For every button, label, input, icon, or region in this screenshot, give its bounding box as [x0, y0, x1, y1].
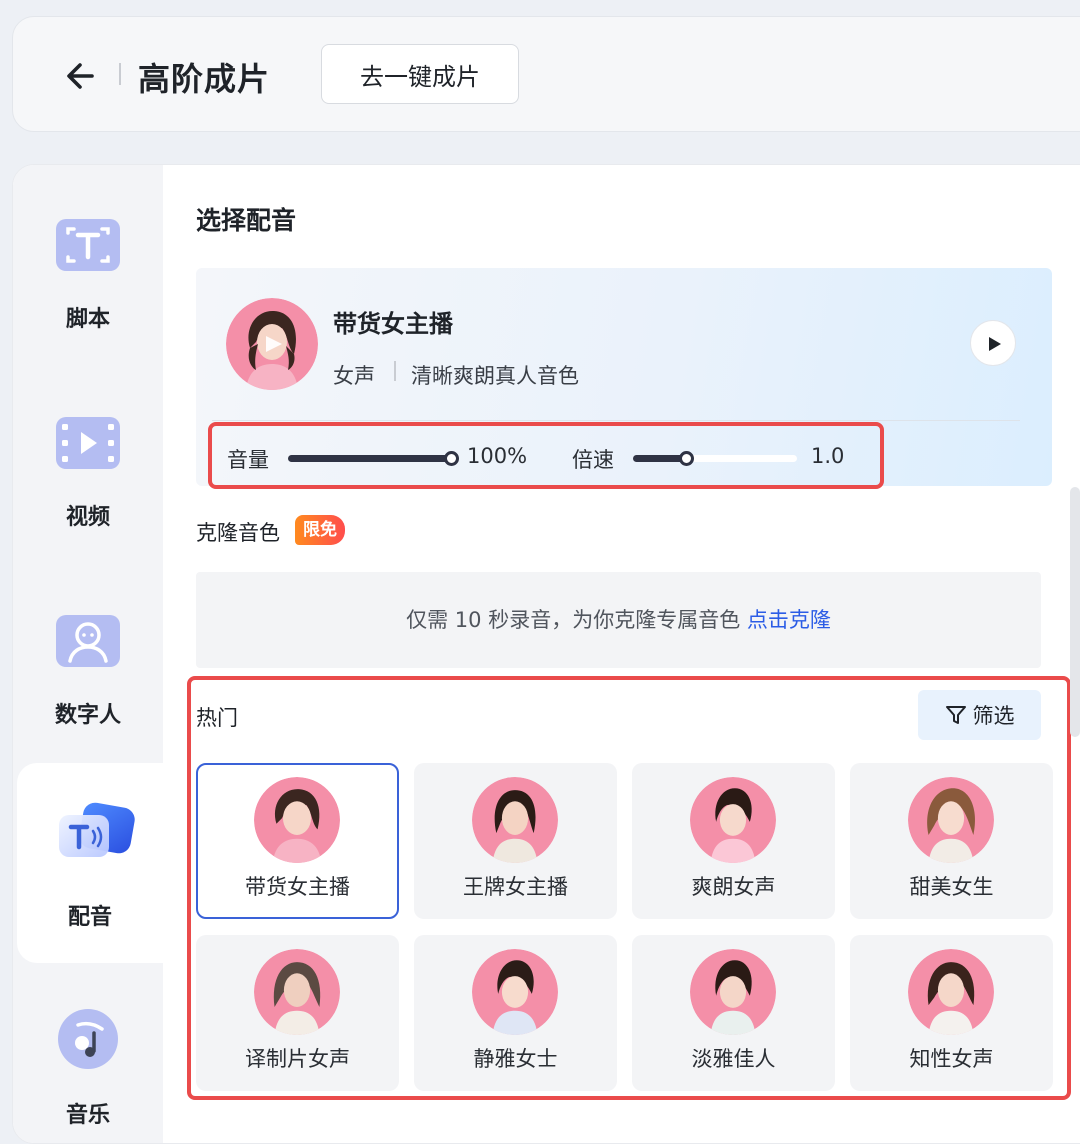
female-portrait-icon: [226, 298, 318, 390]
female-portrait-icon: [908, 777, 994, 863]
voice-name: 带货女主播: [245, 875, 350, 899]
card-divider: [212, 420, 1020, 421]
voiceover-content: 选择配音 带货女主播 女声 清晰爽朗真人音色 音量 100% 倍速 1.0 克隆…: [163, 165, 1080, 1143]
voice-name: 译制片女声: [245, 1047, 350, 1071]
female-portrait-icon: [254, 777, 340, 863]
section-title: 选择配音: [196, 206, 297, 235]
play-icon: [989, 337, 1001, 351]
filter-icon: [945, 706, 966, 724]
sidebar-item-digital-human[interactable]: 数字人: [13, 561, 163, 761]
voice-card[interactable]: 译制片女声: [196, 935, 399, 1091]
voice-gender-tag: 女声: [333, 364, 375, 388]
sidebar-item-video[interactable]: 视频: [13, 363, 163, 563]
female-portrait-icon: [690, 777, 776, 863]
hot-section-title: 热门: [196, 706, 238, 730]
voice-card[interactable]: 带货女主播: [196, 763, 399, 919]
voice-avatar: [254, 949, 340, 1035]
voice-avatar: [472, 777, 558, 863]
back-arrow-icon[interactable]: [62, 58, 102, 94]
volume-label: 音量: [227, 448, 269, 472]
clone-voice-banner: 仅需 10 秒录音，为你克隆专属音色 点击克隆: [196, 572, 1041, 668]
video-icon: [56, 417, 120, 469]
script-icon: [56, 219, 120, 271]
main-panel: 脚本 视频 数字人 配音 音乐 选择配音 带货女主播 女声 清晰爽朗真人音色 音…: [12, 164, 1080, 1144]
header-divider: [119, 63, 121, 85]
sidebar-item-label: 视频: [65, 505, 110, 530]
volume-slider-handle[interactable]: [444, 451, 459, 466]
sidebar-item-label: 数字人: [54, 703, 121, 728]
sidebar: 脚本 视频 数字人 配音 音乐: [13, 165, 163, 1143]
volume-slider[interactable]: [288, 451, 459, 466]
speed-slider[interactable]: [633, 451, 797, 466]
avatar-icon: [56, 615, 120, 667]
voice-avatar: [908, 777, 994, 863]
free-badge: 限免: [295, 515, 345, 545]
filter-button[interactable]: 筛选: [918, 690, 1041, 740]
voice-name: 淡雅佳人: [691, 1047, 776, 1071]
voice-card[interactable]: 知性女声: [850, 935, 1053, 1091]
preview-play-button[interactable]: [970, 320, 1016, 366]
voice-name: 王牌女主播: [463, 875, 568, 899]
voice-name: 爽朗女声: [691, 875, 776, 899]
voice-avatar: [254, 777, 340, 863]
go-oneclick-button[interactable]: 去一键成片: [321, 44, 519, 104]
clone-prompt-text: 仅需 10 秒录音，为你克隆专属音色: [406, 608, 747, 632]
current-voice-avatar[interactable]: [226, 298, 318, 390]
filter-label: 筛选: [972, 704, 1015, 728]
sidebar-item-music[interactable]: 音乐: [13, 961, 163, 1143]
voice-name: 知性女声: [909, 1047, 994, 1071]
voice-name: 静雅女士: [473, 1047, 558, 1071]
voice-card[interactable]: 爽朗女声: [632, 763, 835, 919]
tag-divider: [394, 361, 396, 381]
music-icon: [58, 1009, 118, 1069]
volume-value: 100%: [467, 444, 528, 468]
sidebar-item-label: 配音: [67, 905, 112, 930]
current-voice-name: 带货女主播: [333, 310, 453, 338]
voice-name: 甜美女生: [909, 875, 994, 899]
voice-card[interactable]: 静雅女士: [414, 935, 617, 1091]
sidebar-item-label: 脚本: [65, 307, 110, 332]
female-portrait-icon: [254, 949, 340, 1035]
clone-voice-title: 克隆音色: [196, 521, 280, 545]
voice-card[interactable]: 王牌女主播: [414, 763, 617, 919]
sidebar-item-label: 音乐: [65, 1103, 110, 1128]
speed-value: 1.0: [811, 444, 845, 468]
content-scrollbar[interactable]: [1070, 487, 1080, 737]
voice-avatar: [690, 949, 776, 1035]
page-title: 高阶成片: [138, 60, 271, 98]
female-portrait-icon: [908, 949, 994, 1035]
voiceover-icon: [59, 802, 135, 857]
voice-avatar: [690, 777, 776, 863]
voice-description: 清晰爽朗真人音色: [411, 364, 579, 388]
voice-card[interactable]: 甜美女生: [850, 763, 1053, 919]
female-portrait-icon: [472, 777, 558, 863]
sidebar-item-script[interactable]: 脚本: [13, 165, 163, 365]
clone-now-link[interactable]: 点击克隆: [747, 608, 831, 632]
voice-avatar: [472, 949, 558, 1035]
female-portrait-icon: [472, 949, 558, 1035]
voice-avatar: [908, 949, 994, 1035]
volume-slider-fill: [288, 455, 452, 462]
sidebar-item-voiceover[interactable]: 配音: [17, 763, 163, 963]
voice-card[interactable]: 淡雅佳人: [632, 935, 835, 1091]
female-portrait-icon: [690, 949, 776, 1035]
speed-slider-handle[interactable]: [679, 451, 694, 466]
speed-label: 倍速: [572, 448, 614, 472]
